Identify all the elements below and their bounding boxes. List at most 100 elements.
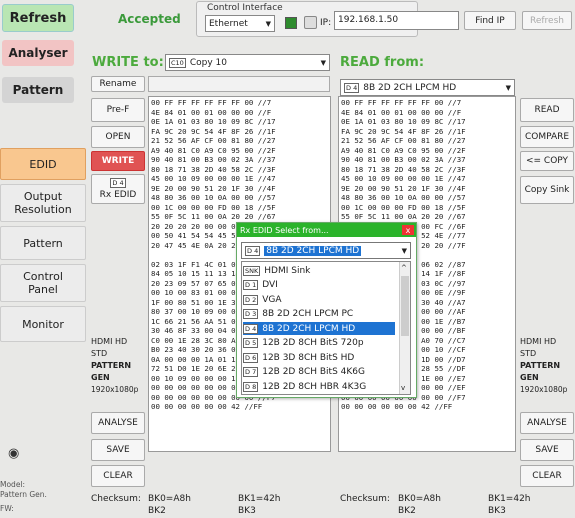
write-slot-name: Copy 10 <box>189 57 227 68</box>
scroll-thumb[interactable] <box>401 276 409 336</box>
dialog-list-item[interactable]: D 3 8B 2D 2CH LPCM PC <box>243 308 395 321</box>
dialog-list-item[interactable]: D 6 12B 3D 8CH BitS HD <box>243 351 395 364</box>
read-button[interactable]: READ <box>520 98 574 122</box>
read-slot-select[interactable]: D 4 8B 2D 2CH LPCM HD ▼ <box>340 79 515 96</box>
read-info-line: GEN <box>520 373 539 382</box>
ip-label: IP: <box>320 18 332 28</box>
read-slot-name: 8B 2D 2CH LPCM HD <box>363 82 457 93</box>
model-info: Model: Pattern Gen. FW: <box>0 480 47 514</box>
chevron-down-icon: ▼ <box>505 84 511 92</box>
rename-field[interactable] <box>148 76 330 92</box>
write-button[interactable]: WRITE <box>91 151 145 171</box>
list-item-tag: D 4 <box>243 323 259 334</box>
rename-button[interactable]: Rename <box>91 76 145 92</box>
chevron-up-icon[interactable]: ^ <box>401 264 407 272</box>
read-info-line: 1920x1080p <box>520 385 568 394</box>
list-item-label: HDMI Sink <box>264 265 311 276</box>
sidebar-item-monitor[interactable]: Monitor <box>0 306 86 342</box>
eye-icon[interactable]: ◉ <box>8 446 19 461</box>
analyse-left-button[interactable]: ANALYSE <box>91 412 145 434</box>
list-item-tag: D 1 <box>243 280 259 290</box>
write-info-line: PATTERN <box>91 361 132 370</box>
dialog-list-item[interactable]: D 7 12B 2D 8CH BitS 4K6G <box>243 366 395 379</box>
checksum-label-left: Checksum: <box>91 494 141 504</box>
sidebar-item-pattern[interactable]: Pattern <box>0 226 86 260</box>
read-title: READ from: <box>340 55 425 70</box>
dialog-list-item[interactable]: SNK HDMI Sink <box>243 264 395 277</box>
sidebar-item-edid[interactable]: EDID <box>0 148 86 180</box>
dialog-select-value: 8B 2D 2CH LPCM HD <box>264 245 362 256</box>
model-value: Pattern Gen. <box>0 490 47 499</box>
list-item-label: 8B 2D 2CH LPCM PC <box>262 309 354 319</box>
pre-f-button[interactable]: Pre-F <box>91 98 145 122</box>
rx-edid-select-dialog: Rx EDID Select from... x D 4 8B 2D 2CH LPC… <box>236 222 417 398</box>
scrollbar[interactable]: ^ v <box>399 262 410 394</box>
refresh-ip-button[interactable]: Refresh <box>522 11 572 30</box>
refresh-tab[interactable]: Refresh <box>2 4 74 32</box>
close-icon[interactable]: x <box>402 225 414 235</box>
pattern-tab[interactable]: Pattern <box>2 77 74 103</box>
copy-sink-button[interactable]: Copy Sink <box>520 176 574 204</box>
checksum-bk1-right: BK1=42h <box>488 494 531 504</box>
dialog-select-tag: D 4 <box>245 245 261 256</box>
rx-edid-button[interactable]: D 4 Rx EDID <box>91 174 145 204</box>
list-item-label: VGA <box>262 294 282 305</box>
list-item-tag: D 7 <box>243 367 259 377</box>
checksum-bk2-right: BK2 <box>398 506 416 516</box>
model-label: Model: <box>0 480 26 489</box>
interface-select[interactable]: Ethernet ▼ <box>205 15 275 32</box>
chevron-down-icon: ▼ <box>320 59 326 67</box>
ip-icon <box>304 16 317 29</box>
compare-button[interactable]: COMPARE <box>520 126 574 148</box>
save-right-button[interactable]: SAVE <box>520 439 574 461</box>
list-item-tag: D 6 <box>243 352 259 363</box>
rx-slot-tag: D 4 <box>110 178 126 188</box>
dialog-list-item[interactable]: D 1 DVI <box>243 279 395 292</box>
dialog-list-item[interactable]: D 2 VGA <box>243 293 395 306</box>
fw-label: FW: <box>0 504 14 513</box>
list-item-label: 12B 3D 8CH BitS HD <box>262 352 355 363</box>
connection-led-icon <box>285 17 297 29</box>
write-slot-select[interactable]: C10 Copy 10 ▼ <box>165 54 330 71</box>
read-info: HDMI HD STD PATTERN GEN 1920x1080p <box>520 336 567 396</box>
write-info: HDMI HD STD PATTERN GEN 1920x1080p <box>91 336 138 396</box>
list-item-tag: D 8 <box>243 381 259 392</box>
read-info-line: STD <box>520 349 537 358</box>
list-item-label: 8B 2D 2CH LPCM HD <box>262 323 356 334</box>
dialog-list: SNK HDMI Sink D 1 DVI D 2 VGA D 3 8B 2D 2CH LPC… <box>241 261 411 395</box>
open-button[interactable]: OPEN <box>91 126 145 148</box>
checksum-bk0-right: BK0=A8h <box>398 494 441 504</box>
save-left-button[interactable]: SAVE <box>91 439 145 461</box>
sidebar-item-output-resolution[interactable]: Output Resolution <box>0 184 86 222</box>
dialog-titlebar: Rx EDID Select from... x <box>237 223 416 237</box>
list-item-tag: D 2 <box>243 294 259 305</box>
write-info-line: STD <box>91 349 108 358</box>
ip-input[interactable]: 192.168.1.50 <box>334 11 459 30</box>
analyse-right-button[interactable]: ANALYSE <box>520 412 574 434</box>
read-slot-tag: D 4 <box>344 82 360 93</box>
list-item-label: DVI <box>262 280 278 290</box>
analyser-tab[interactable]: Analyser <box>2 40 74 66</box>
find-ip-button[interactable]: Find IP <box>464 11 516 30</box>
chevron-down-icon[interactable]: v <box>401 384 405 392</box>
sidebar-item-control-panel[interactable]: Control Panel <box>0 264 86 302</box>
list-item-tag: SNK <box>243 265 261 276</box>
copy-button[interactable]: <= COPY <box>520 151 574 171</box>
list-item-tag: D 5 <box>243 338 259 348</box>
checksum-bk1-left: BK1=42h <box>238 494 281 504</box>
dialog-list-item[interactable]: D 5 12B 2D 8CH BitS 720p <box>243 337 395 350</box>
read-info-line: HDMI HD <box>520 337 557 346</box>
clear-right-button[interactable]: CLEAR <box>520 465 574 487</box>
checksum-bk0-left: BK0=A8h <box>148 494 191 504</box>
dialog-list-item[interactable]: D 8 12B 2D 8CH HBR 4K3G <box>243 380 395 393</box>
write-info-line: 1920x1080p <box>91 385 139 394</box>
list-item-label: 12B 2D 8CH BitS 720p <box>262 338 364 348</box>
dialog-select[interactable]: D 4 8B 2D 2CH LPCM HD ▼ <box>241 242 411 259</box>
clear-left-button[interactable]: CLEAR <box>91 465 145 487</box>
checksum-bk2-left: BK2 <box>148 506 166 516</box>
list-item-tag: D 3 <box>243 309 259 319</box>
list-item-label: 12B 2D 8CH HBR 4K3G <box>262 381 367 392</box>
dialog-list-item[interactable]: D 4 8B 2D 2CH LPCM HD <box>243 322 395 335</box>
list-item-label: 12B 2D 8CH BitS 4K6G <box>262 367 365 377</box>
control-interface-title: Control Interface <box>207 3 283 13</box>
